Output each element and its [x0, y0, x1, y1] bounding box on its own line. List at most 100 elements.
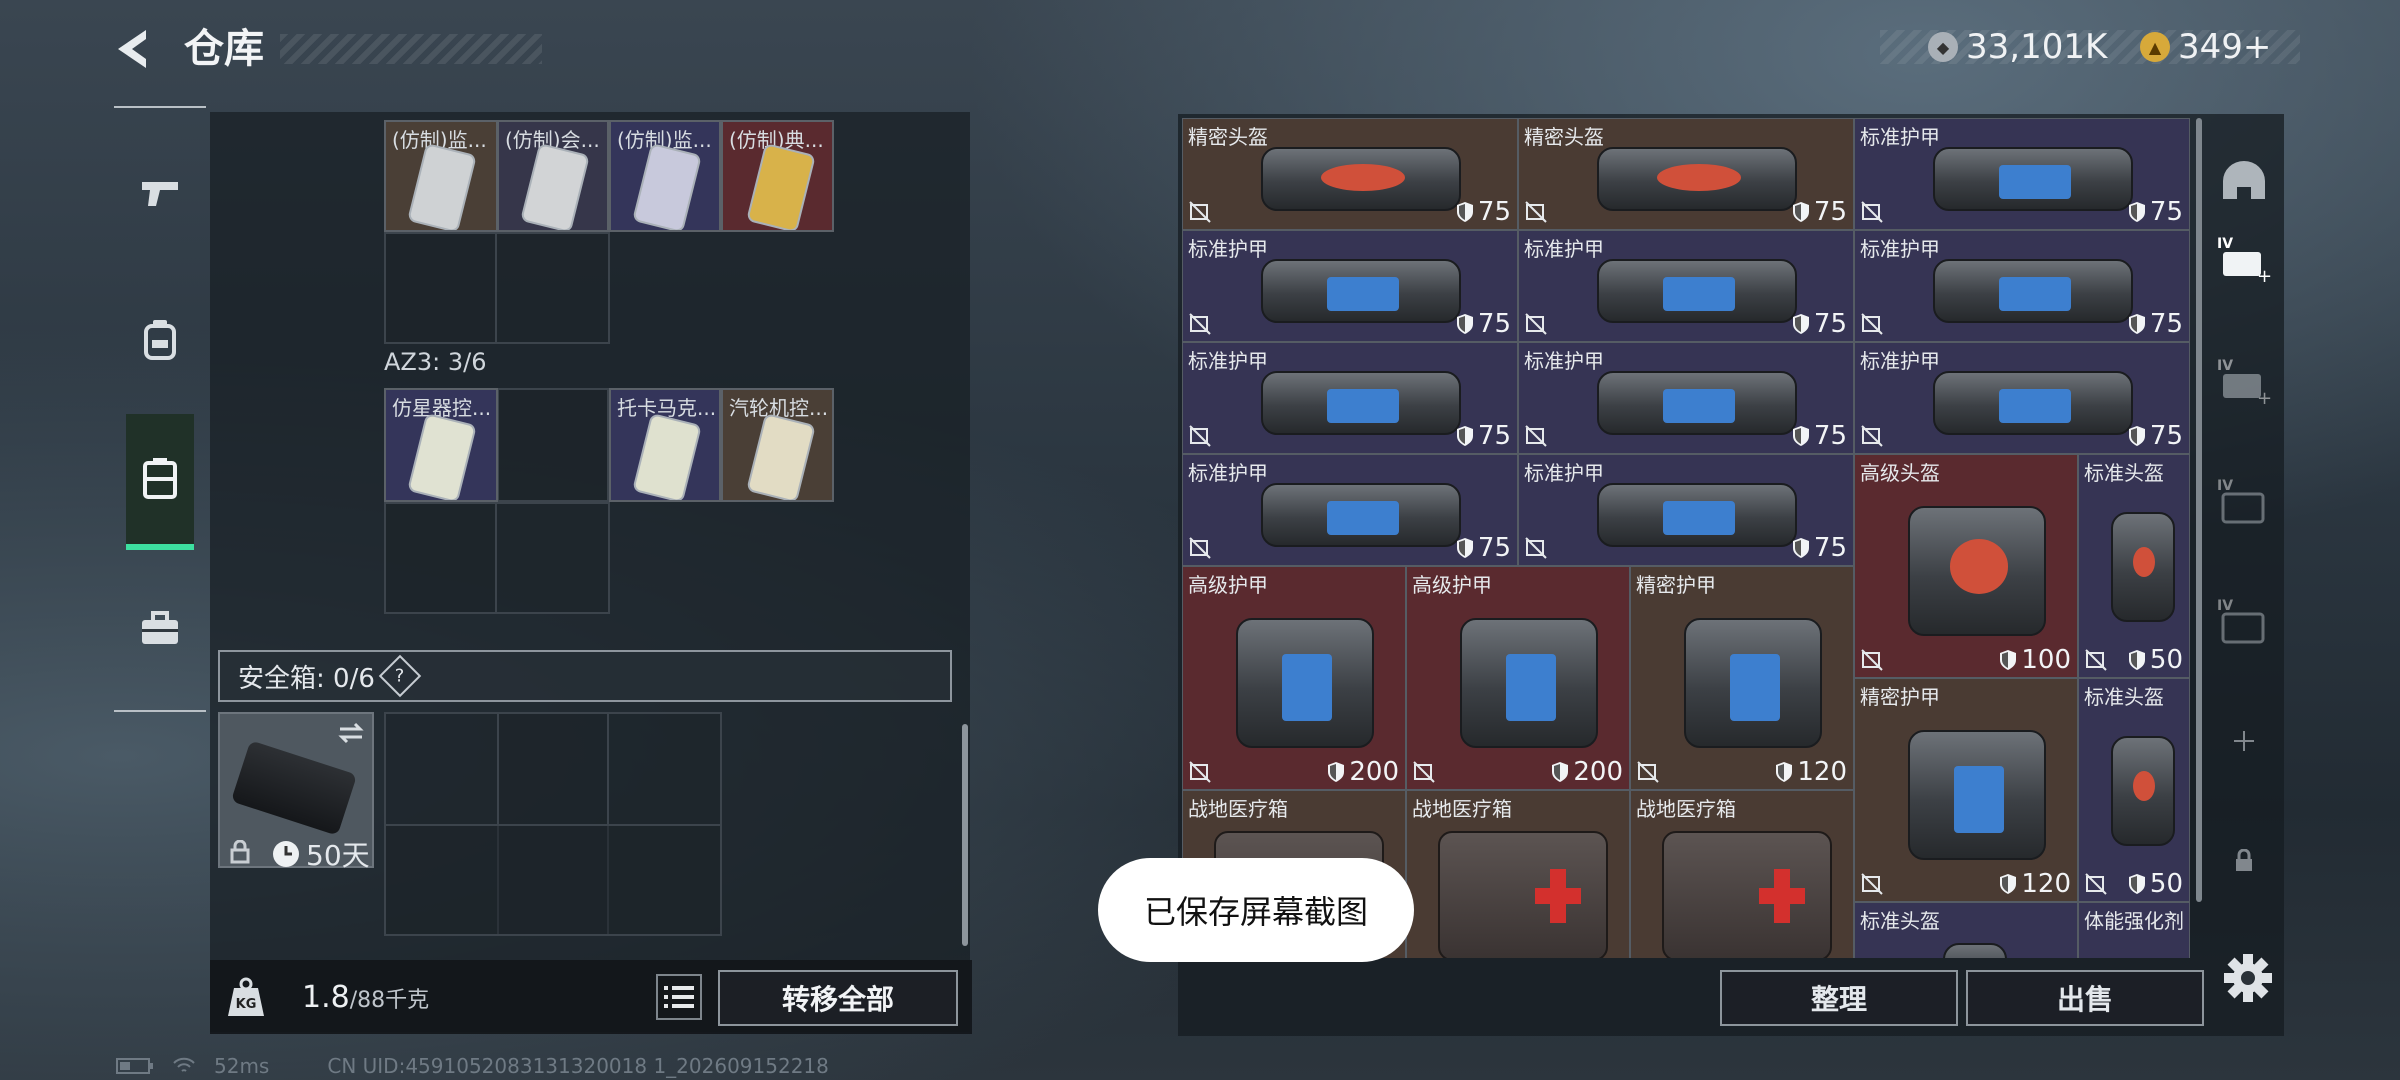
shield-icon — [1456, 314, 1473, 334]
iv-case-icon: IV — [2217, 598, 2265, 644]
no-repair-icon — [1861, 649, 1883, 671]
stash-item[interactable]: 高级头盔 100 — [1854, 454, 2078, 678]
lock-icon — [230, 840, 250, 864]
tab-toolbox[interactable] — [126, 560, 194, 696]
tab-iv-case-4[interactable]: IV — [2212, 580, 2276, 662]
armor-plate-icon — [1663, 501, 1735, 536]
stash-item[interactable]: 标准护甲 75 — [1854, 230, 2190, 342]
stash-item[interactable]: 精密头盔 75 — [1518, 118, 1854, 230]
sell-button[interactable]: 出售 — [1966, 970, 2204, 1026]
title-decoration — [280, 34, 542, 64]
no-repair-icon — [1189, 537, 1211, 559]
stash-item[interactable]: 标准护甲 75 — [1854, 118, 2190, 230]
shield-icon — [1792, 538, 1809, 558]
stash-item[interactable]: 标准护甲 75 — [1518, 342, 1854, 454]
stash-item[interactable]: 战地医疗箱 — [1406, 790, 1630, 958]
stash-item[interactable]: 高级护甲 200 — [1182, 566, 1406, 790]
tab-iv-case-3[interactable]: IV — [2212, 460, 2276, 542]
settings-gear-icon[interactable] — [2222, 952, 2274, 1004]
stash-item-name: 精密护甲 — [1636, 573, 1716, 597]
grid-slot[interactable] — [384, 502, 497, 614]
gold-currency[interactable]: ▲ 349+ — [2140, 24, 2271, 70]
svg-text:IV: IV — [2217, 598, 2233, 614]
no-repair-icon — [2085, 873, 2107, 895]
iv-case-add-icon: IV + — [2217, 236, 2271, 284]
shield-icon — [2128, 650, 2145, 670]
uid-text: CN UID:4591052083131320018 1_20260915221… — [327, 1054, 829, 1078]
no-repair-icon — [1525, 537, 1547, 559]
tab-weapons[interactable] — [126, 124, 194, 260]
stash-item[interactable]: 高级护甲 200 — [1406, 566, 1630, 790]
tab-add-case[interactable] — [2212, 700, 2276, 782]
tab-iv-case-2[interactable]: IV + — [2212, 340, 2276, 422]
stash-item[interactable]: 标准头盔 50 — [2078, 678, 2190, 902]
inventory-item[interactable]: (仿制)典... — [721, 120, 834, 232]
transfer-all-button[interactable]: 转移全部 — [718, 970, 958, 1026]
tab-helmet-slot[interactable] — [2212, 140, 2276, 222]
durability-value: 200 — [1327, 757, 1399, 787]
stash-item[interactable]: 标准护甲 75 — [1854, 342, 2190, 454]
helmet-emblem-icon — [1657, 164, 1741, 192]
helmet-bag-icon — [1597, 146, 1797, 212]
svg-text:IV: IV — [2217, 236, 2233, 252]
armor-bag-icon — [1933, 258, 2133, 324]
tab-equipment[interactable] — [126, 272, 194, 408]
grid-slot[interactable] — [384, 824, 722, 936]
armor-bag-icon — [1933, 370, 2133, 436]
stash-item[interactable]: 标准头盔 50 — [2078, 454, 2190, 678]
tab-containers[interactable] — [126, 414, 194, 550]
stash-item[interactable]: 标准护甲 75 — [1182, 230, 1518, 342]
armor-plate-icon — [1999, 165, 2071, 200]
stash-item[interactable]: 精密护甲 120 — [1854, 678, 2078, 902]
silver-currency[interactable]: ◆ 33,101K — [1928, 24, 2107, 70]
left-category-tabs — [114, 106, 206, 712]
sample-pack-icon — [407, 412, 477, 500]
armor-plate-icon — [1505, 653, 1556, 722]
container-scrollbar[interactable] — [962, 724, 968, 946]
stash-item[interactable]: 标准护甲 75 — [1518, 230, 1854, 342]
gold-coin-icon: ▲ — [2140, 32, 2170, 62]
durability-value: 75 — [1792, 197, 1847, 227]
inventory-item[interactable]: (仿制)会... — [497, 120, 609, 232]
stash-item[interactable]: 标准头盔 — [1854, 902, 2078, 958]
durability-value: 75 — [1456, 309, 1511, 339]
no-repair-icon — [1525, 201, 1547, 223]
sort-button[interactable]: 整理 — [1720, 970, 1958, 1026]
tab-locked-case[interactable] — [2212, 820, 2276, 902]
stash-item[interactable]: 标准护甲 75 — [1518, 454, 1854, 566]
grid-slot[interactable] — [384, 232, 497, 344]
inventory-item[interactable]: (仿制)监... — [384, 120, 498, 232]
no-repair-icon — [1861, 201, 1883, 223]
durability-value: 100 — [1999, 645, 2071, 675]
inventory-item[interactable]: 托卡马克... — [609, 388, 721, 502]
stash-item-name: 标准护甲 — [1860, 349, 1940, 373]
swap-icon[interactable] — [338, 722, 364, 744]
shield-icon — [2128, 314, 2145, 334]
back-arrow-icon[interactable] — [112, 26, 158, 72]
stash-item[interactable]: 精密护甲 120 — [1630, 566, 1854, 790]
armor-plate-icon — [1729, 653, 1780, 722]
shield-icon — [2000, 874, 2017, 894]
grid-slot[interactable] — [497, 388, 609, 502]
stash-item[interactable]: 精密头盔 75 — [1182, 118, 1518, 230]
inventory-item[interactable]: 汽轮机控... — [721, 388, 834, 502]
shield-icon — [1792, 426, 1809, 446]
weight-value: 1.8/88千克 — [302, 980, 430, 1015]
help-icon[interactable]: ? — [378, 654, 422, 698]
list-view-button[interactable] — [656, 974, 702, 1020]
sample-pack-icon — [746, 142, 816, 230]
stash-item[interactable]: 体能强化剂 — [2078, 902, 2190, 958]
safe-box-item[interactable]: 50天 — [218, 712, 374, 872]
tab-iv-case-1[interactable]: IV + — [2212, 218, 2276, 300]
weight-icon: KG — [228, 977, 264, 1016]
stash-item[interactable]: 标准护甲 75 — [1182, 454, 1518, 566]
stash-item-name: 体能强化剂 — [2084, 909, 2184, 933]
inventory-item[interactable]: (仿制)监... — [609, 120, 721, 232]
inventory-item[interactable]: 仿星器控... — [384, 388, 498, 502]
stash-item[interactable]: 标准护甲 75 — [1182, 342, 1518, 454]
shield-icon — [1792, 314, 1809, 334]
stash-item[interactable]: 战地医疗箱 — [1630, 790, 1854, 958]
stash-scrollbar[interactable] — [2196, 118, 2202, 902]
iv-case-add-icon: IV + — [2217, 358, 2271, 406]
no-repair-icon — [1637, 761, 1659, 783]
